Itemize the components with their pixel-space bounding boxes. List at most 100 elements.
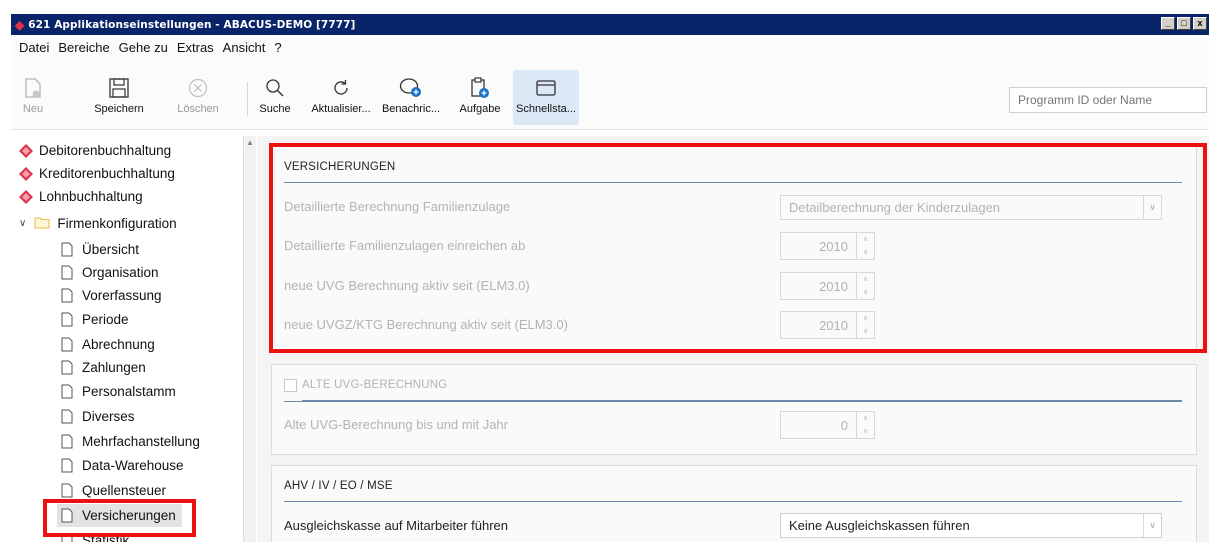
module-icon — [19, 189, 33, 204]
tree-folder-firmenkonfiguration[interactable]: ∨ Firmenkonfiguration — [19, 212, 177, 235]
window-title: 621 Applikationseinstellungen - ABACUS-D… — [28, 18, 356, 31]
document-icon — [61, 533, 73, 542]
section-header: VERSICHERUNGEN — [284, 161, 1182, 183]
chevron-down-icon[interactable]: ∨ — [1143, 514, 1161, 537]
quickstart-button[interactable]: Schnellsta... — [513, 70, 579, 125]
notification-icon — [377, 73, 445, 103]
uvgz-ktg-year-spinner[interactable]: 2010 ∧ ∨ — [780, 311, 875, 339]
tree-scrollbar[interactable]: ▲ — [243, 136, 256, 542]
tree-item-kreditorenbuchhaltung[interactable]: Kreditorenbuchhaltung — [19, 162, 175, 185]
spin-down-icon[interactable]: ∨ — [857, 325, 874, 338]
search-icon — [255, 73, 295, 103]
tree-item-debitorenbuchhaltung[interactable]: Debitorenbuchhaltung — [19, 139, 171, 162]
menu-extras[interactable]: Extras — [177, 40, 214, 55]
navigation-tree: Debitorenbuchhaltung Kreditorenbuchhaltu… — [11, 136, 254, 542]
menu-help[interactable]: ? — [274, 40, 281, 55]
app-icon: ◆ — [15, 17, 25, 32]
chevron-down-icon[interactable]: ∨ — [1143, 196, 1161, 219]
tree-item-abrechnung[interactable]: Abrechnung — [61, 333, 155, 356]
refresh-button[interactable]: Aktualisier... — [305, 73, 377, 123]
tree-item-mehrfachanstellung[interactable]: Mehrfachanstellung — [61, 430, 200, 453]
document-icon — [61, 458, 73, 473]
document-icon — [61, 384, 73, 399]
tree-item-quellensteuer[interactable]: Quellensteuer — [61, 479, 166, 502]
tree-item-lohnbuchhaltung[interactable]: Lohnbuchhaltung — [19, 185, 143, 208]
refresh-icon — [305, 73, 377, 103]
program-search-input[interactable] — [1009, 87, 1207, 113]
section-divider — [284, 401, 1182, 402]
document-icon — [61, 337, 73, 352]
spin-down-icon[interactable]: ∨ — [857, 425, 874, 438]
spin-up-icon[interactable]: ∧ — [857, 412, 874, 425]
field-label: Detaillierte Familienzulagen einreichen … — [284, 238, 526, 253]
section-header: ALTE UVG-BERECHNUNG — [302, 379, 1182, 401]
close-button[interactable]: x — [1193, 17, 1207, 30]
tree-item-vorerfassung[interactable]: Vorerfassung — [61, 284, 162, 307]
tree-item-diverses[interactable]: Diverses — [61, 405, 135, 428]
menu-bereiche[interactable]: Bereiche — [58, 40, 109, 55]
field-label: neue UVGZ/KTG Berechnung aktiv seit (ELM… — [284, 317, 568, 332]
document-icon — [61, 242, 73, 257]
spin-up-icon[interactable]: ∧ — [857, 273, 874, 286]
spin-down-icon[interactable]: ∨ — [857, 286, 874, 299]
folder-icon — [34, 216, 50, 232]
menu-datei[interactable]: Datei — [19, 40, 49, 55]
task-icon — [455, 73, 505, 103]
ausgleichskasse-select[interactable]: Keine Ausgleichskassen führen ∨ — [780, 513, 1162, 538]
tree-item-uebersicht[interactable]: Übersicht — [61, 238, 139, 261]
document-icon — [61, 360, 73, 375]
field-label: Ausgleichskasse auf Mitarbeiter führen — [284, 518, 509, 533]
search-button[interactable]: Suche — [255, 73, 295, 123]
menu-bar: Datei Bereiche Gehe zu Extras Ansicht ? — [11, 35, 1209, 60]
tree-item-data-warehouse[interactable]: Data-Warehouse — [61, 454, 184, 477]
versicherungen-panel: VERSICHERUNGEN Detaillierte Berechnung F… — [271, 146, 1197, 351]
chevron-down-icon[interactable]: ∨ — [19, 218, 26, 229]
toolbar-separator — [247, 82, 248, 116]
ahv-panel: AHV / IV / EO / MSE Ausgleichskasse auf … — [271, 465, 1197, 542]
section-header: AHV / IV / EO / MSE — [284, 480, 1182, 502]
field-label: Detaillierte Berechnung Familienzulage — [284, 199, 511, 214]
module-icon — [19, 166, 33, 181]
module-icon — [19, 143, 33, 158]
document-icon — [61, 409, 73, 424]
familienzulagen-year-spinner[interactable]: 2010 ∧ ∨ — [780, 232, 875, 260]
alte-uvg-year-spinner[interactable]: 0 ∧ ∨ — [780, 411, 875, 439]
scroll-up-icon[interactable]: ▲ — [246, 138, 254, 147]
spin-up-icon[interactable]: ∧ — [857, 312, 874, 325]
minimize-button[interactable]: _ — [1161, 17, 1175, 30]
document-icon — [61, 434, 73, 449]
document-icon — [61, 483, 73, 498]
document-icon — [61, 288, 73, 303]
alte-uvg-panel: ALTE UVG-BERECHNUNG Alte UVG-Berechnung … — [271, 364, 1197, 455]
settings-content: VERSICHERUNGEN Detaillierte Berechnung F… — [257, 136, 1209, 542]
tree-item-versicherungen[interactable]: Versicherungen — [57, 504, 182, 527]
task-button[interactable]: Aufgabe — [455, 73, 505, 123]
tree-item-personalstamm[interactable]: Personalstamm — [61, 380, 176, 403]
tree-item-organisation[interactable]: Organisation — [61, 261, 159, 284]
menu-ansicht[interactable]: Ansicht — [223, 40, 266, 55]
familienzulage-select[interactable]: Detailberechnung der Kinderzulagen ∨ — [780, 195, 1162, 220]
document-icon — [61, 265, 73, 280]
delete-icon — [171, 73, 225, 103]
save-button[interactable]: Speichern — [89, 73, 149, 123]
uvg-year-spinner[interactable]: 2010 ∧ ∨ — [780, 272, 875, 300]
spin-down-icon[interactable]: ∨ — [857, 246, 874, 259]
spin-up-icon[interactable]: ∧ — [857, 233, 874, 246]
new-document-icon — [17, 73, 49, 103]
maximize-button[interactable]: □ — [1177, 17, 1191, 30]
save-icon — [89, 73, 149, 103]
tree-item-statistik[interactable]: Statistik — [61, 529, 129, 542]
tree-item-periode[interactable]: Periode — [61, 308, 129, 331]
alte-uvg-checkbox[interactable] — [284, 379, 297, 392]
field-label: Alte UVG-Berechnung bis und mit Jahr — [284, 417, 508, 432]
title-bar: ◆ 621 Applikationseinstellungen - ABACUS… — [11, 14, 1209, 35]
notification-button[interactable]: Benachric... — [377, 73, 445, 123]
tree-item-zahlungen[interactable]: Zahlungen — [61, 356, 146, 379]
menu-gehe-zu[interactable]: Gehe zu — [119, 40, 168, 55]
field-label: neue UVG Berechnung aktiv seit (ELM3.0) — [284, 278, 530, 293]
new-button[interactable]: Neu — [17, 73, 49, 123]
document-icon — [61, 312, 73, 327]
quickstart-icon — [513, 73, 579, 103]
delete-button[interactable]: Löschen — [171, 73, 225, 123]
document-icon — [61, 508, 73, 523]
